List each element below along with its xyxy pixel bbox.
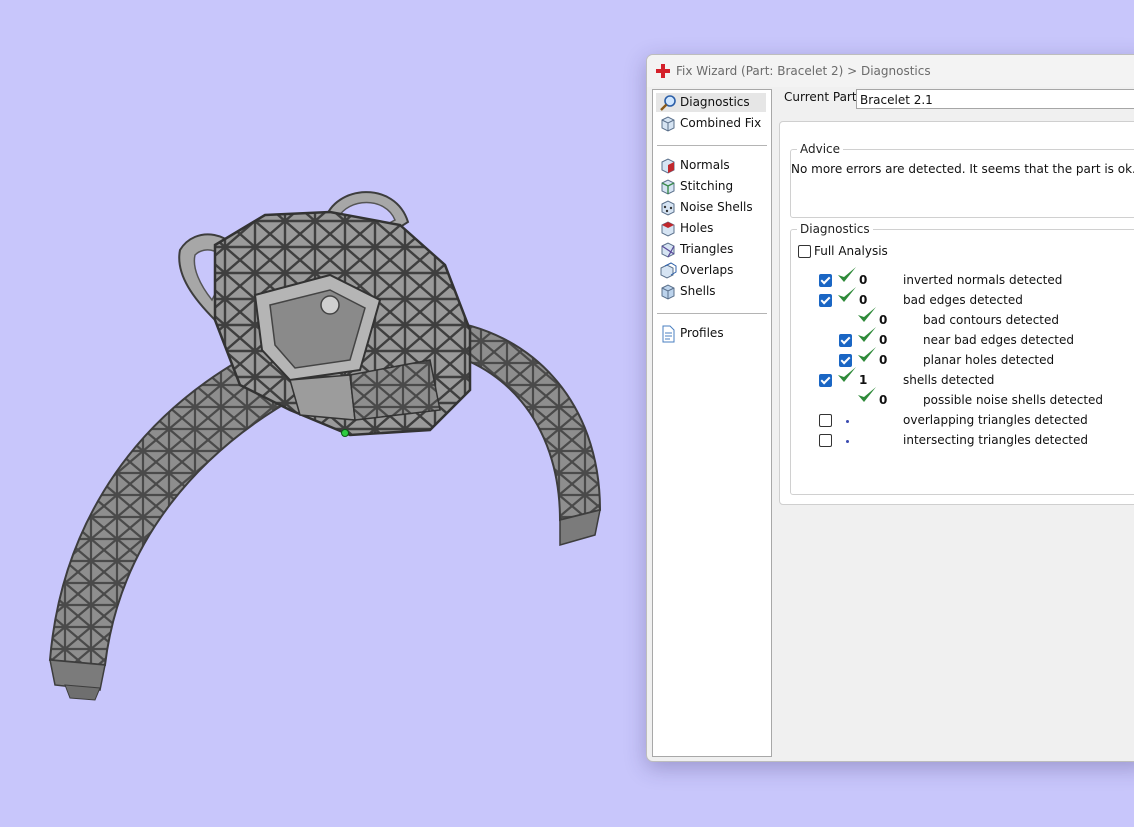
- window-title: Fix Wizard (Part: Bracelet 2) > Diagnost…: [676, 64, 931, 78]
- current-part-label: Current Part:: [784, 90, 861, 104]
- diagnostic-label: near bad edges detected: [923, 333, 1074, 347]
- nav-panel: Diagnostics Combined Fix Normals Stitchi…: [652, 89, 772, 757]
- triangle-cube-icon: [661, 242, 675, 258]
- nav-item-overlaps[interactable]: Overlaps: [656, 261, 766, 280]
- diagnostic-count: 1: [859, 373, 868, 387]
- nav-item-noise-shells[interactable]: Noise Shells: [656, 198, 766, 217]
- full-analysis-checkbox[interactable]: [798, 245, 811, 258]
- status-dot-icon: [846, 440, 849, 443]
- nav-item-triangles[interactable]: Triangles: [656, 240, 766, 259]
- hole-cube-icon: [661, 221, 675, 237]
- 3d-viewport[interactable]: [0, 0, 645, 827]
- nav-label: Triangles: [680, 242, 734, 256]
- diagnostic-count: 0: [879, 333, 888, 347]
- diagnostic-count: 0: [859, 273, 868, 287]
- shell-cube-icon: [661, 284, 675, 300]
- bad-edges-checkbox[interactable]: [819, 294, 832, 307]
- title-bar[interactable]: Fix Wizard (Part: Bracelet 2) > Diagnost…: [647, 55, 1134, 87]
- bracelet-3d-model[interactable]: [0, 0, 645, 827]
- check-mark-icon: [838, 367, 856, 382]
- nav-label: Diagnostics: [680, 95, 750, 109]
- dotted-cube-icon: [661, 200, 675, 216]
- diagnostic-label: bad contours detected: [923, 313, 1059, 327]
- diagnostic-label: bad edges detected: [903, 293, 1023, 307]
- nav-item-normals[interactable]: Normals: [656, 156, 766, 175]
- diagnostic-label: inverted normals detected: [903, 273, 1063, 287]
- nav-item-shells[interactable]: Shells: [656, 282, 766, 301]
- check-mark-icon: [838, 267, 856, 282]
- current-part-field[interactable]: Bracelet 2.1: [856, 89, 1134, 109]
- red-face-cube-icon: [661, 158, 675, 174]
- diagnostics-title: Diagnostics: [797, 222, 873, 236]
- stitch-cube-icon: [661, 179, 675, 195]
- fix-wizard-window: Fix Wizard (Part: Bracelet 2) > Diagnost…: [646, 54, 1134, 762]
- nav-label: Profiles: [680, 326, 724, 340]
- diagnostic-label: overlapping triangles detected: [903, 413, 1088, 427]
- nav-label: Shells: [680, 284, 716, 298]
- cube-icon: [661, 116, 675, 132]
- diagnostics-panel: Advice No more errors are detected. It s…: [779, 121, 1134, 505]
- advice-title: Advice: [797, 142, 844, 156]
- advice-group: Advice: [790, 142, 1134, 218]
- diagnostic-count: 0: [879, 393, 888, 407]
- diagnostic-label: intersecting triangles detected: [903, 433, 1088, 447]
- magnifier-icon: [660, 95, 676, 111]
- nav-label: Noise Shells: [680, 200, 753, 214]
- nav-label: Combined Fix: [680, 116, 762, 130]
- diagnostic-label: planar holes detected: [923, 353, 1055, 367]
- advice-text: No more errors are detected. It seems th…: [791, 162, 1134, 176]
- diagnostic-label: shells detected: [903, 373, 995, 387]
- nav-label: Stitching: [680, 179, 734, 193]
- check-mark-icon: [858, 307, 876, 322]
- red-cross-icon: [656, 64, 670, 78]
- nav-item-stitching[interactable]: Stitching: [656, 177, 766, 196]
- overlapping-triangles-checkbox[interactable]: [819, 414, 832, 427]
- nav-label: Normals: [680, 158, 730, 172]
- shells-checkbox[interactable]: [819, 374, 832, 387]
- nav-item-combined-fix[interactable]: Combined Fix: [656, 114, 766, 133]
- nav-separator: [657, 313, 767, 314]
- near-bad-edges-checkbox[interactable]: [839, 334, 852, 347]
- status-dot-icon: [846, 420, 849, 423]
- full-analysis-label[interactable]: Full Analysis: [814, 244, 888, 258]
- diagnostic-label: possible noise shells detected: [923, 393, 1104, 407]
- nav-item-diagnostics[interactable]: Diagnostics: [656, 93, 766, 112]
- nav-item-profiles[interactable]: Profiles: [656, 324, 766, 343]
- nav-label: Holes: [680, 221, 714, 235]
- document-icon: [662, 325, 675, 343]
- inverted-normals-checkbox[interactable]: [819, 274, 832, 287]
- overlap-cube-icon: [660, 262, 677, 279]
- nav-item-holes[interactable]: Holes: [656, 219, 766, 238]
- intersecting-triangles-checkbox[interactable]: [819, 434, 832, 447]
- check-mark-icon: [858, 327, 876, 342]
- diagnostic-count: 0: [879, 353, 888, 367]
- nav-label: Overlaps: [680, 263, 734, 277]
- check-mark-icon: [858, 347, 876, 362]
- check-mark-icon: [838, 287, 856, 302]
- check-mark-icon: [858, 387, 876, 402]
- nav-separator: [657, 145, 767, 146]
- diagnostic-count: 0: [879, 313, 888, 327]
- diagnostic-count: 0: [859, 293, 868, 307]
